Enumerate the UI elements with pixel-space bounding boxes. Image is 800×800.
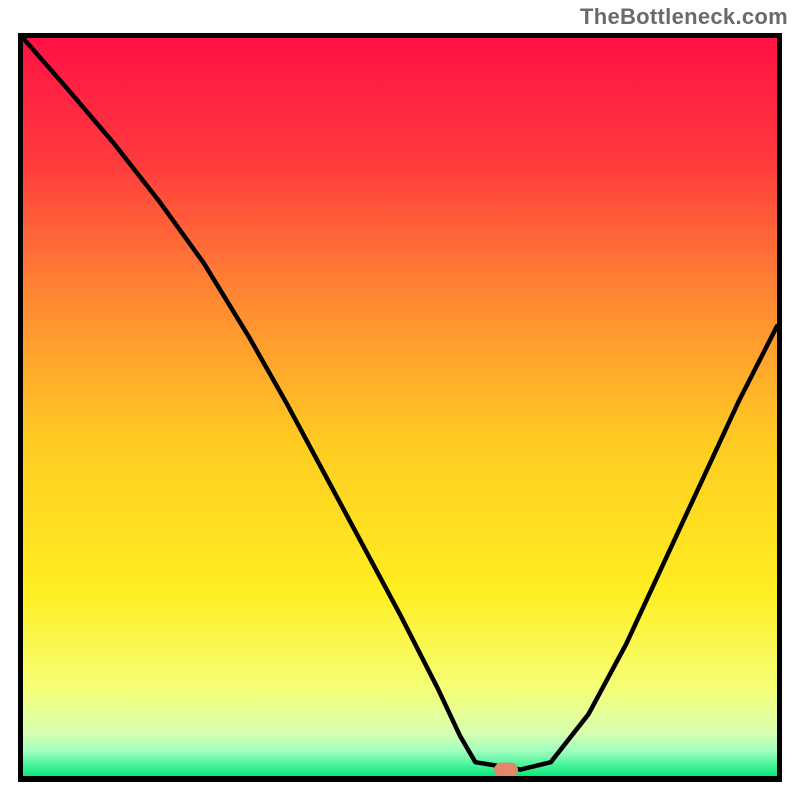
bottleneck-curve	[23, 38, 777, 777]
watermark: TheBottleneck.com	[580, 4, 788, 30]
selected-point-marker	[494, 762, 518, 777]
